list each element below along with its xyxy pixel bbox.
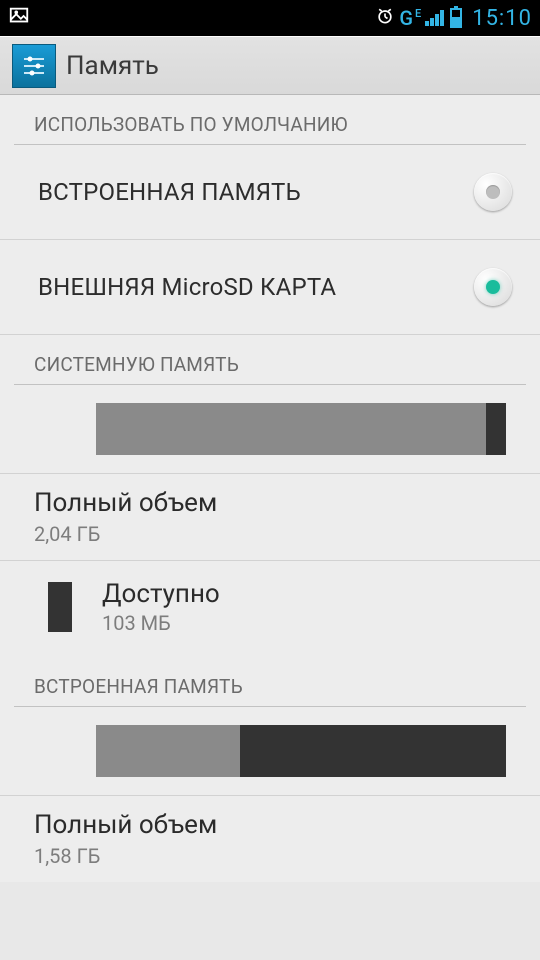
- clock: 15:10: [472, 6, 532, 31]
- settings-storage-icon: [12, 44, 56, 88]
- internal-memory-bar: [0, 707, 540, 795]
- legend-swatch: [48, 582, 72, 632]
- app-bar: Память: [0, 36, 540, 95]
- item-value: 103 МБ: [102, 611, 220, 635]
- page-title: Память: [66, 51, 159, 81]
- item-title: Доступно: [102, 579, 220, 609]
- section-header-default: ИСПОЛЬЗОВАТЬ ПО УМОЛЧАНИЮ: [0, 95, 540, 144]
- radio-button[interactable]: [474, 268, 512, 306]
- bar-used: [96, 725, 240, 777]
- radio-label: ВСТРОЕННАЯ ПАМЯТЬ: [38, 178, 301, 206]
- network-sub: E: [415, 7, 421, 20]
- item-total-system[interactable]: Полный объем 2,04 ГБ: [0, 473, 540, 560]
- alarm-icon: [375, 6, 395, 31]
- radio-row-microsd[interactable]: ВНЕШНЯЯ MicroSD КАРТА: [0, 240, 540, 335]
- radio-label: ВНЕШНЯЯ MicroSD КАРТА: [38, 273, 336, 301]
- picture-icon: [8, 5, 30, 32]
- status-bar: G E 15:10: [0, 0, 540, 36]
- section-header-system: СИСТЕМНУЮ ПАМЯТЬ: [0, 335, 540, 384]
- item-title: Полный объем: [34, 810, 506, 840]
- content: ИСПОЛЬЗОВАТЬ ПО УМОЛЧАНИЮ ВСТРОЕННАЯ ПАМ…: [0, 95, 540, 882]
- signal-icon: [425, 10, 444, 26]
- bar-used: [96, 403, 486, 455]
- radio-button[interactable]: [474, 173, 512, 211]
- system-memory-bar: [0, 385, 540, 473]
- bar-free: [240, 725, 507, 777]
- item-title: Полный объем: [34, 488, 506, 518]
- network-type: G: [399, 6, 413, 30]
- item-total-internal[interactable]: Полный объем 1,58 ГБ: [0, 795, 540, 882]
- item-available-system[interactable]: Доступно 103 МБ: [0, 560, 540, 653]
- radio-row-internal[interactable]: ВСТРОЕННАЯ ПАМЯТЬ: [0, 145, 540, 240]
- section-header-internal: ВСТРОЕННАЯ ПАМЯТЬ: [0, 653, 540, 706]
- item-value: 2,04 ГБ: [34, 522, 506, 546]
- battery-icon: [450, 8, 462, 28]
- item-value: 1,58 ГБ: [34, 844, 506, 868]
- bar-free: [486, 403, 507, 455]
